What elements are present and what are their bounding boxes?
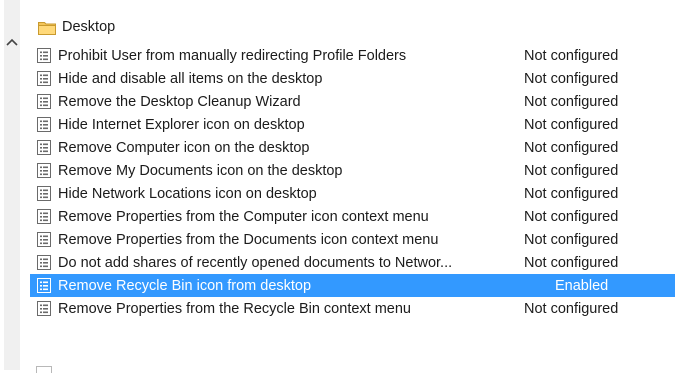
policy-row[interactable]: Hide Internet Explorer icon on desktop No… [30,113,675,136]
policy-state: Not configured [524,70,619,87]
policy-row[interactable]: Hide Network Locations icon on desktop No… [30,182,675,205]
policy-setting-icon [37,163,51,178]
policy-setting-icon [37,232,51,247]
policy-row[interactable]: Remove My Documents icon on the desktop N… [30,159,675,182]
policy-row[interactable]: Do not add shares of recently opened doc… [30,251,675,274]
policy-state: Not configured [524,185,619,202]
policy-state: Not configured [524,93,619,110]
policy-name: Remove Recycle Bin icon from desktop [58,277,312,294]
policy-setting-icon [37,301,51,316]
scroll-up-arrow-icon[interactable] [4,33,20,51]
policy-name: Remove Properties from the Documents ico… [58,231,439,248]
policy-setting-icon [37,209,51,224]
policy-name: Prohibit User from manually redirecting … [58,47,407,64]
policy-name: Hide Internet Explorer icon on desktop [58,116,305,133]
policy-setting-icon [37,94,51,109]
policy-name: Hide Network Locations icon on desktop [58,185,317,202]
policy-state: Not configured [524,231,619,248]
policy-state: Not configured [524,139,619,156]
policy-state: Not configured [524,162,619,179]
policy-row[interactable]: Remove Recycle Bin icon from desktop Enab… [30,274,675,297]
policy-name: Do not add shares of recently opened doc… [58,254,453,271]
folder-icon [38,21,56,35]
policy-setting-icon [37,255,51,270]
policy-row[interactable]: Remove Computer icon on the desktop Not c… [30,136,675,159]
policy-row[interactable]: Remove the Desktop Cleanup Wizard Not con… [30,90,675,113]
policy-name: Remove Properties from the Computer icon… [58,208,429,225]
policy-state: Enabled [555,277,609,294]
policy-name: Remove My Documents icon on the desktop [58,162,343,179]
scrollbar-track[interactable] [4,0,20,370]
policy-name: Remove Properties from the Recycle Bin c… [58,300,411,317]
policy-list: Prohibit User from manually redirecting … [30,44,675,320]
policy-row[interactable]: Prohibit User from manually redirecting … [30,44,675,67]
policy-state: Not configured [524,254,619,271]
policy-state: Not configured [524,47,619,64]
policy-setting-icon [37,48,51,63]
policy-state: Not configured [524,208,619,225]
policy-row[interactable]: Remove Properties from the Computer icon… [30,205,675,228]
policy-setting-icon [37,186,51,201]
policy-name: Hide and disable all items on the deskto… [58,70,323,87]
vertical-scrollbar[interactable] [0,0,22,370]
policy-row[interactable]: Remove Properties from the Documents ico… [30,228,675,251]
policy-setting-icon [37,140,51,155]
folder-label: Desktop [62,19,116,35]
policy-state: Not configured [524,116,619,133]
policy-state: Not configured [524,300,619,317]
folder-row-desktop[interactable]: Desktop [38,16,115,38]
policy-name: Remove Computer icon on the desktop [58,139,310,156]
policy-setting-icon [37,278,51,293]
policy-setting-icon [37,117,51,132]
policy-name: Remove the Desktop Cleanup Wizard [58,93,301,110]
policy-row[interactable]: Hide and disable all items on the deskto… [30,67,675,90]
policy-row[interactable]: Remove Properties from the Recycle Bin c… [30,297,675,320]
policy-setting-icon [37,71,51,86]
